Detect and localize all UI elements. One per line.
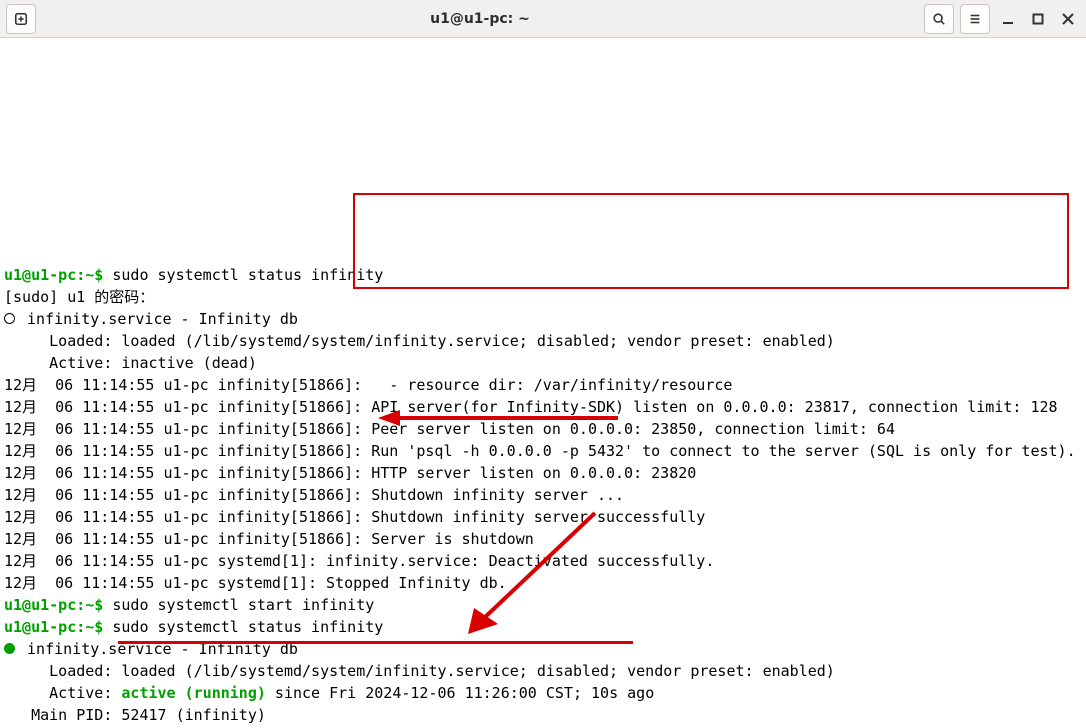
terminal-line: Loaded: loaded (/lib/systemd/system/infi… <box>4 330 1082 352</box>
terminal-line: 12月 06 11:14:55 u1-pc infinity[51866]: P… <box>4 418 1082 440</box>
terminal-line: 12月 06 11:14:55 u1-pc infinity[51866]: S… <box>4 484 1082 506</box>
new-tab-button[interactable] <box>6 4 36 34</box>
titlebar: u1@u1-pc: ~ <box>0 0 1086 38</box>
terminal-line: 12月 06 11:14:55 u1-pc infinity[51866]: A… <box>4 396 1082 418</box>
close-button[interactable] <box>1056 7 1080 31</box>
shell-prompt: u1@u1-pc:~$ <box>4 266 103 284</box>
terminal-line: [sudo] u1 的密码： <box>4 286 1082 308</box>
terminal-line: 12月 06 11:14:55 u1-pc systemd[1]: Stoppe… <box>4 572 1082 594</box>
hamburger-icon <box>968 12 982 26</box>
terminal-line: 12月 06 11:14:55 u1-pc infinity[51866]: R… <box>4 440 1082 462</box>
terminal-line: u1@u1-pc:~$ sudo systemctl start infinit… <box>4 594 1082 616</box>
maximize-button[interactable] <box>1026 7 1050 31</box>
search-icon <box>932 12 946 26</box>
terminal-line: u1@u1-pc:~$ sudo systemctl status infini… <box>4 616 1082 638</box>
terminal-line: u1@u1-pc:~$ sudo systemctl status infini… <box>4 264 1082 286</box>
terminal-line: Active: inactive (dead) <box>4 352 1082 374</box>
active-status: active (running) <box>121 684 266 702</box>
terminal-line: infinity.service - Infinity db <box>4 638 1082 660</box>
terminal-line: Main PID: 52417 (infinity) <box>4 704 1082 726</box>
window-title: u1@u1-pc: ~ <box>36 11 924 27</box>
shell-prompt: u1@u1-pc:~$ <box>4 596 103 614</box>
status-dot-active-icon <box>4 643 15 654</box>
status-dot-inactive-icon <box>4 313 15 324</box>
terminal-line: Active: active (running) since Fri 2024-… <box>4 682 1082 704</box>
maximize-icon <box>1032 13 1044 25</box>
terminal-line: 12月 06 11:14:55 u1-pc infinity[51866]: S… <box>4 528 1082 550</box>
terminal-line: 12月 06 11:14:55 u1-pc infinity[51866]: S… <box>4 506 1082 528</box>
terminal-content[interactable]: u1@u1-pc:~$ sudo systemctl status infini… <box>0 38 1086 728</box>
terminal-line: 12月 06 11:14:55 u1-pc infinity[51866]: H… <box>4 462 1082 484</box>
find-button[interactable] <box>924 4 954 34</box>
terminal-line: 12月 06 11:14:55 u1-pc infinity[51866]: -… <box>4 374 1082 396</box>
minimize-icon <box>1002 13 1014 25</box>
terminal-line: 12月 06 11:14:55 u1-pc systemd[1]: infini… <box>4 550 1082 572</box>
shell-prompt: u1@u1-pc:~$ <box>4 618 103 636</box>
terminal-line: infinity.service - Infinity db <box>4 308 1082 330</box>
close-icon <box>1062 13 1074 25</box>
hamburger-menu-button[interactable] <box>960 4 990 34</box>
minimize-button[interactable] <box>996 7 1020 31</box>
terminal-line: Loaded: loaded (/lib/systemd/system/infi… <box>4 660 1082 682</box>
